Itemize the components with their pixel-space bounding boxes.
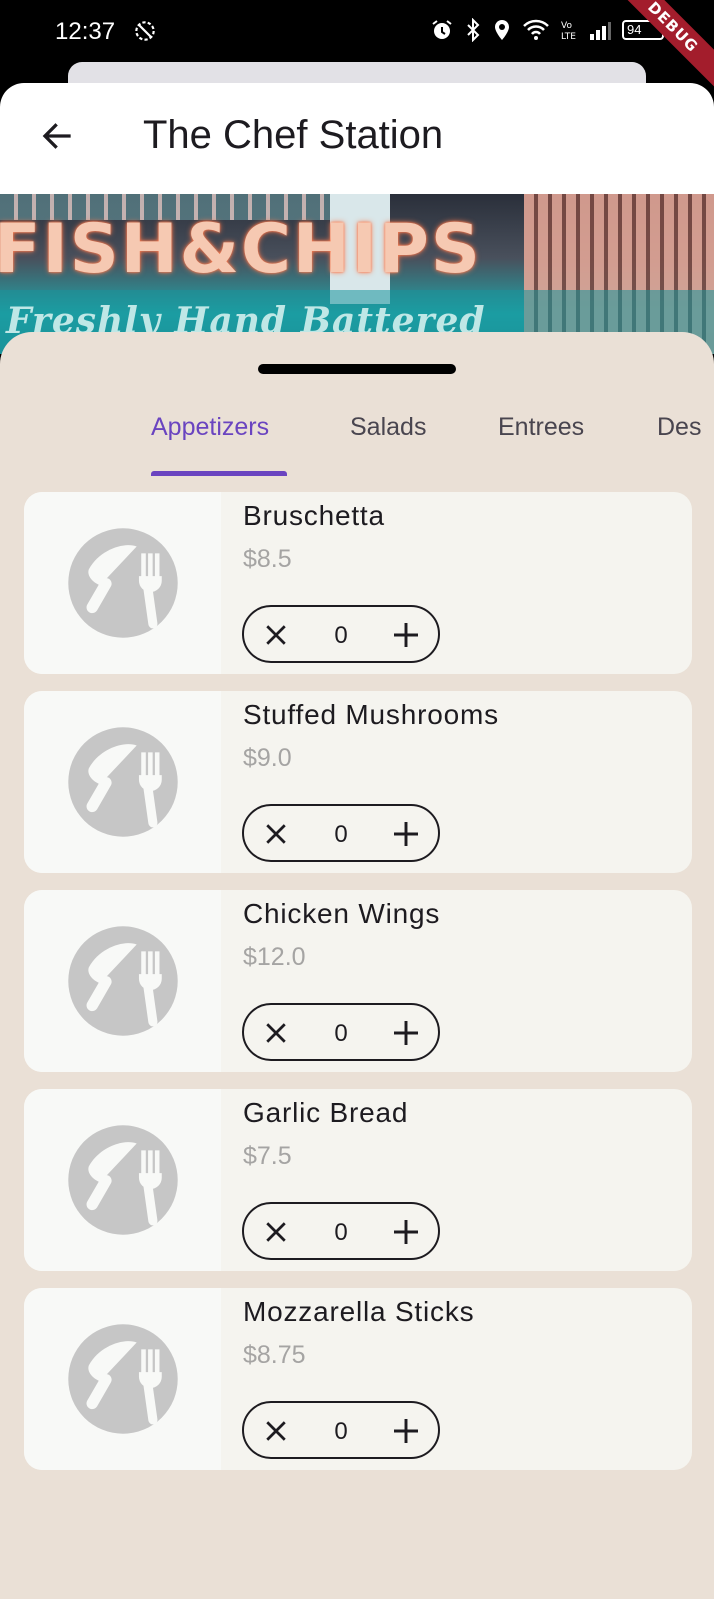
plus-icon [394, 1220, 418, 1244]
add-button[interactable] [388, 816, 424, 852]
quantity-stepper: 0 [242, 605, 440, 663]
menu-item-name: Garlic Bread [243, 1097, 409, 1128]
volte-icon: Vo LTE [561, 21, 576, 42]
plus-icon [394, 1419, 418, 1443]
close-icon [266, 1222, 286, 1242]
menu-item-price: $8.75 [243, 1341, 306, 1369]
menu-item-price: $9.0 [243, 744, 292, 772]
svg-text:Vo: Vo [561, 21, 572, 31]
status-icons: Vo LTE 94 [430, 18, 664, 42]
restaurant-icon [67, 1324, 178, 1434]
bluetooth-icon [467, 18, 480, 42]
menu-item-price: $7.5 [243, 1142, 292, 1170]
quantity-stepper: 0 [242, 804, 440, 862]
quantity-value: 0 [334, 1219, 348, 1246]
dish-placeholder-image [24, 890, 221, 1072]
page-title: The Chef Station [143, 113, 444, 157]
alarm-icon [432, 20, 452, 39]
dish-placeholder-image [24, 492, 221, 674]
plus-icon [394, 623, 418, 647]
menu-item-name: Chicken Wings [243, 898, 441, 929]
app-bar: The Chef Station [0, 83, 714, 194]
arrow-back-icon [42, 123, 71, 149]
remove-button[interactable] [258, 1214, 294, 1250]
menu-sheet: Appetizers Salads Entrees Des Bruschetta [0, 332, 714, 1599]
add-button[interactable] [388, 1413, 424, 1449]
remove-button[interactable] [258, 816, 294, 852]
add-button[interactable] [388, 617, 424, 653]
location-icon [495, 20, 509, 40]
dish-placeholder-image [24, 1089, 221, 1271]
add-button[interactable] [388, 1015, 424, 1051]
menu-item-card[interactable]: Chicken Wings $12.0 0 [24, 890, 692, 1072]
quantity-value: 0 [334, 1020, 348, 1047]
menu-item-name: Mozzarella Sticks [243, 1296, 475, 1327]
back-button[interactable] [32, 111, 82, 161]
svg-text:LTE: LTE [561, 32, 576, 42]
quantity-stepper: 0 [242, 1003, 440, 1061]
restaurant-icon [67, 727, 178, 837]
menu-item-card[interactable]: Garlic Bread $7.5 0 [24, 1089, 692, 1271]
quantity-value: 0 [334, 821, 348, 848]
menu-item-card[interactable]: Stuffed Mushrooms $9.0 0 [24, 691, 692, 873]
remove-button[interactable] [258, 1413, 294, 1449]
status-bar: 12:37 Vo LTE 94 DEBUG [0, 0, 714, 90]
tab-appetizers[interactable]: Appetizers [151, 402, 269, 476]
dish-placeholder-image [24, 691, 221, 873]
do-not-disturb-icon [135, 21, 155, 41]
restaurant-icon [67, 1125, 178, 1235]
menu-list: Bruschetta $8.5 0 Stuffed Mushrooms $9.0… [24, 492, 692, 1487]
plus-icon [394, 822, 418, 846]
close-icon [266, 1023, 286, 1043]
close-icon [266, 1421, 286, 1441]
drag-handle[interactable] [258, 364, 456, 374]
tab-indicator [151, 471, 287, 476]
menu-item-card[interactable]: Mozzarella Sticks $8.75 0 [24, 1288, 692, 1470]
menu-item-card[interactable]: Bruschetta $8.5 0 [24, 492, 692, 674]
restaurant-hero-image: FISH&CHIPS Freshly Hand Battered [0, 194, 714, 354]
quantity-value: 0 [334, 622, 348, 649]
tab-entrees[interactable]: Entrees [498, 402, 584, 476]
menu-item-name: Bruschetta [243, 500, 385, 531]
add-button[interactable] [388, 1214, 424, 1250]
menu-item-price: $8.5 [243, 545, 292, 573]
menu-item-price: $12.0 [243, 943, 306, 971]
wifi-icon [523, 19, 549, 40]
signal-icon [590, 22, 611, 40]
restaurant-icon [67, 528, 178, 638]
status-time: 12:37 [55, 18, 116, 45]
close-icon [266, 824, 286, 844]
restaurant-icon [67, 926, 178, 1036]
quantity-stepper: 0 [242, 1401, 440, 1459]
hero-sign-text: FISH&CHIPS [0, 210, 482, 289]
tab-salads[interactable]: Salads [350, 402, 426, 476]
category-tabs: Appetizers Salads Entrees Des [0, 402, 714, 476]
menu-item-name: Stuffed Mushrooms [243, 699, 499, 730]
quantity-value: 0 [334, 1418, 348, 1445]
close-icon [266, 625, 286, 645]
dish-placeholder-image [24, 1288, 221, 1470]
remove-button[interactable] [258, 617, 294, 653]
quantity-stepper: 0 [242, 1202, 440, 1260]
tab-desserts[interactable]: Des [657, 402, 701, 476]
remove-button[interactable] [258, 1015, 294, 1051]
plus-icon [394, 1021, 418, 1045]
